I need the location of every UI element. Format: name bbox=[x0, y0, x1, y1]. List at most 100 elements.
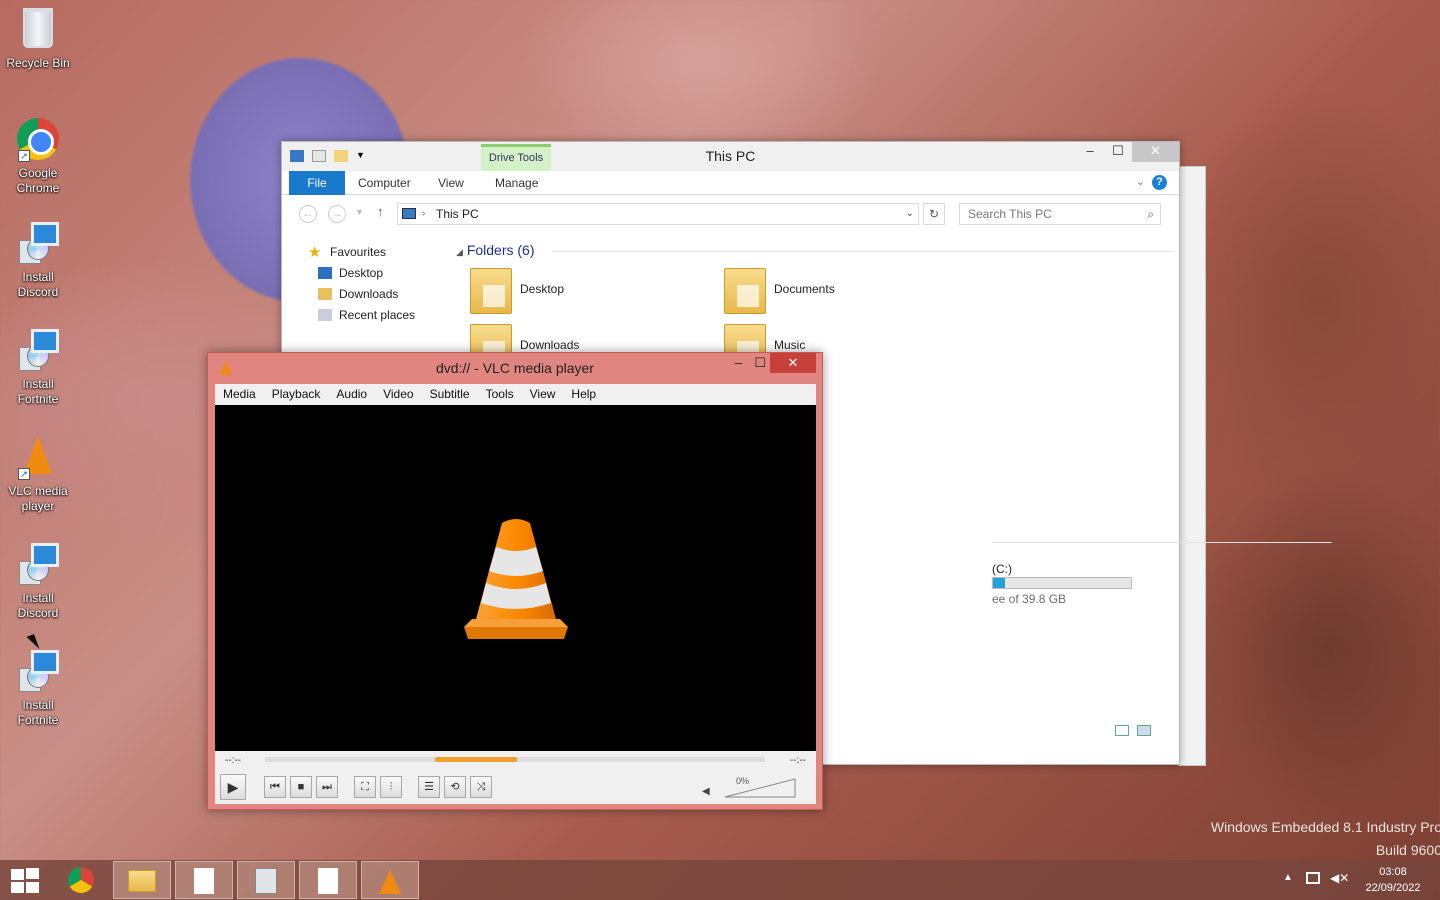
menu-subtitle[interactable]: Subtitle bbox=[422, 384, 478, 405]
desktop-icon-install-fortnite[interactable]: Install Fortnite bbox=[0, 329, 76, 407]
stop-button[interactable]: ■ bbox=[290, 776, 312, 798]
taskbar: ▲ ◀✕ bbox=[0, 860, 1440, 900]
desktop-icon-install-fortnite-2[interactable]: Install Fortnite bbox=[0, 650, 76, 728]
volume-muted-icon[interactable]: ◀✕ bbox=[1330, 871, 1349, 885]
nav-favourites[interactable]: ★ Favourites bbox=[306, 242, 456, 263]
desktop-icon-install-discord[interactable]: Install Discord bbox=[0, 222, 76, 300]
close-button[interactable]: ✕ bbox=[770, 353, 816, 373]
folder-label: Documents bbox=[774, 282, 835, 296]
help-icon[interactable]: ? bbox=[1152, 175, 1167, 190]
start-button[interactable] bbox=[8, 861, 42, 899]
nav-item-downloads[interactable]: Downloads bbox=[306, 284, 456, 305]
large-icons-view-icon[interactable] bbox=[1137, 725, 1151, 736]
vlc-titlebar[interactable]: dvd:// - VLC media player – ☐ ✕ bbox=[208, 353, 822, 382]
vlc-controls: --:-- --:-- ▶ ⏮ ■ ⏭ ⛶ ⫶ ☰ ⟲ ⤨ ◀ 0% bbox=[215, 751, 816, 804]
desktop-icon-vlc[interactable]: ↗ VLC media player bbox=[0, 436, 76, 514]
details-view-icon[interactable] bbox=[1115, 725, 1129, 736]
menu-view[interactable]: View bbox=[522, 384, 564, 405]
maximize-button[interactable]: ☐ bbox=[754, 355, 766, 371]
shuffle-button[interactable]: ⤨ bbox=[470, 776, 492, 798]
nav-item-label: Desktop bbox=[339, 266, 384, 280]
taskbar-installer[interactable] bbox=[237, 861, 295, 899]
installer-icon bbox=[255, 868, 277, 894]
speaker-icon[interactable]: ◀ bbox=[702, 786, 710, 797]
desktop-icon-label: Install Discord bbox=[17, 591, 59, 620]
menu-tools[interactable]: Tools bbox=[478, 384, 522, 405]
up-button[interactable]: ↑ bbox=[377, 204, 384, 219]
fullscreen-button[interactable]: ⛶ bbox=[354, 776, 376, 798]
nav-item-recent-places[interactable]: Recent places bbox=[306, 305, 456, 326]
menu-help[interactable]: Help bbox=[563, 384, 604, 405]
menu-media[interactable]: Media bbox=[215, 384, 264, 405]
desktop-icon-google-chrome[interactable]: ↗ Google Chrome bbox=[0, 118, 76, 196]
desktop-icon-label: VLC media player bbox=[8, 484, 68, 513]
window-title: This PC bbox=[705, 148, 756, 164]
desktop-icon bbox=[318, 267, 332, 279]
menu-playback[interactable]: Playback bbox=[264, 384, 329, 405]
watermark-line: Build 9600 bbox=[1375, 842, 1440, 858]
loop-button[interactable]: ⟲ bbox=[444, 776, 466, 798]
tab-file[interactable]: File bbox=[289, 171, 345, 195]
address-dropdown-icon[interactable]: ⌄ bbox=[906, 204, 914, 224]
close-button[interactable]: ✕ bbox=[1132, 142, 1179, 162]
address-row: ← → ▼ ↑ › This PC ⌄ ↻ Search This PC ⌕ bbox=[282, 195, 1179, 231]
search-input[interactable]: Search This PC ⌕ bbox=[959, 203, 1161, 225]
vlc-window[interactable]: dvd:// - VLC media player – ☐ ✕ Media Pl… bbox=[207, 352, 823, 810]
extended-settings-button[interactable]: ⫶ bbox=[380, 776, 402, 798]
nav-item-label: Favourites bbox=[330, 245, 387, 259]
taskbar-file-explorer[interactable] bbox=[113, 861, 171, 899]
video-area[interactable] bbox=[215, 405, 816, 751]
drive-free-space: ee of 39.8 GB bbox=[992, 592, 1067, 606]
windows-watermark: Windows Embedded 8.1 Industry Pro Build … bbox=[1192, 816, 1440, 862]
tab-manage[interactable]: Manage bbox=[495, 171, 538, 195]
taskbar-document-2[interactable] bbox=[299, 861, 357, 899]
folder-label: Music bbox=[774, 338, 806, 352]
explorer-titlebar[interactable]: ▼ Drive Tools This PC – ☐ ✕ bbox=[282, 142, 1179, 171]
nav-item-label: Recent places bbox=[339, 308, 416, 322]
taskbar-clock[interactable]: 03:08 22/09/2022 bbox=[1358, 864, 1428, 896]
drive-c-label[interactable]: (C:) bbox=[992, 562, 1012, 576]
folders-group-header[interactable]: ◢ Folders (6) bbox=[456, 242, 1172, 258]
drive-usage-bar bbox=[992, 577, 1132, 589]
recent-locations-icon[interactable]: ▼ bbox=[355, 207, 364, 217]
tab-computer[interactable]: Computer bbox=[358, 171, 411, 195]
tab-view[interactable]: View bbox=[438, 171, 464, 195]
volume-slider[interactable] bbox=[723, 777, 797, 799]
breadcrumb-separator-icon[interactable]: › bbox=[422, 204, 425, 224]
star-icon: ★ bbox=[308, 244, 322, 261]
desktop-icon-label: Install Discord bbox=[17, 270, 59, 299]
seek-handle[interactable] bbox=[435, 757, 517, 762]
show-hidden-icons-icon[interactable]: ▲ bbox=[1283, 872, 1293, 883]
folder-desktop[interactable]: Desktop bbox=[470, 268, 710, 320]
network-icon[interactable] bbox=[1306, 872, 1320, 884]
refresh-button[interactable]: ↻ bbox=[923, 203, 945, 225]
folder-documents[interactable]: Documents bbox=[724, 268, 964, 320]
folder-icon bbox=[724, 268, 766, 314]
navigation-pane: ★ Favourites Desktop Downloads Recent pl… bbox=[306, 242, 456, 326]
taskbar-document-1[interactable] bbox=[175, 861, 233, 899]
desktop-icon-install-discord-2[interactable]: Install Discord bbox=[0, 543, 76, 621]
forward-button[interactable]: → bbox=[328, 205, 346, 223]
taskbar-chrome[interactable] bbox=[52, 861, 110, 899]
maximize-button[interactable]: ☐ bbox=[1104, 142, 1132, 162]
previous-button[interactable]: ⏮ bbox=[264, 776, 286, 798]
windows-logo-icon bbox=[11, 869, 24, 880]
watermark-line: Windows Embedded 8.1 Industry Pro bbox=[1210, 819, 1440, 835]
seek-bar[interactable] bbox=[265, 757, 765, 762]
taskbar-vlc[interactable] bbox=[361, 861, 419, 899]
minimize-button[interactable]: – bbox=[735, 355, 742, 370]
playlist-button[interactable]: ☰ bbox=[418, 776, 440, 798]
expand-ribbon-icon[interactable]: ⌄ bbox=[1136, 175, 1145, 188]
menu-audio[interactable]: Audio bbox=[328, 384, 375, 405]
recent-places-icon bbox=[318, 309, 332, 321]
minimize-button[interactable]: – bbox=[1076, 142, 1104, 162]
back-button[interactable]: ← bbox=[299, 205, 317, 223]
desktop-icon-recycle-bin[interactable]: Recycle Bin bbox=[0, 6, 76, 71]
breadcrumb-this-pc[interactable]: This PC bbox=[436, 207, 479, 221]
address-bar[interactable]: › This PC ⌄ bbox=[397, 203, 919, 225]
play-button[interactable]: ▶ bbox=[220, 774, 246, 800]
next-button[interactable]: ⏭ bbox=[316, 776, 338, 798]
nav-item-desktop[interactable]: Desktop bbox=[306, 263, 456, 284]
menu-video[interactable]: Video bbox=[375, 384, 421, 405]
folder-icon bbox=[470, 268, 512, 314]
